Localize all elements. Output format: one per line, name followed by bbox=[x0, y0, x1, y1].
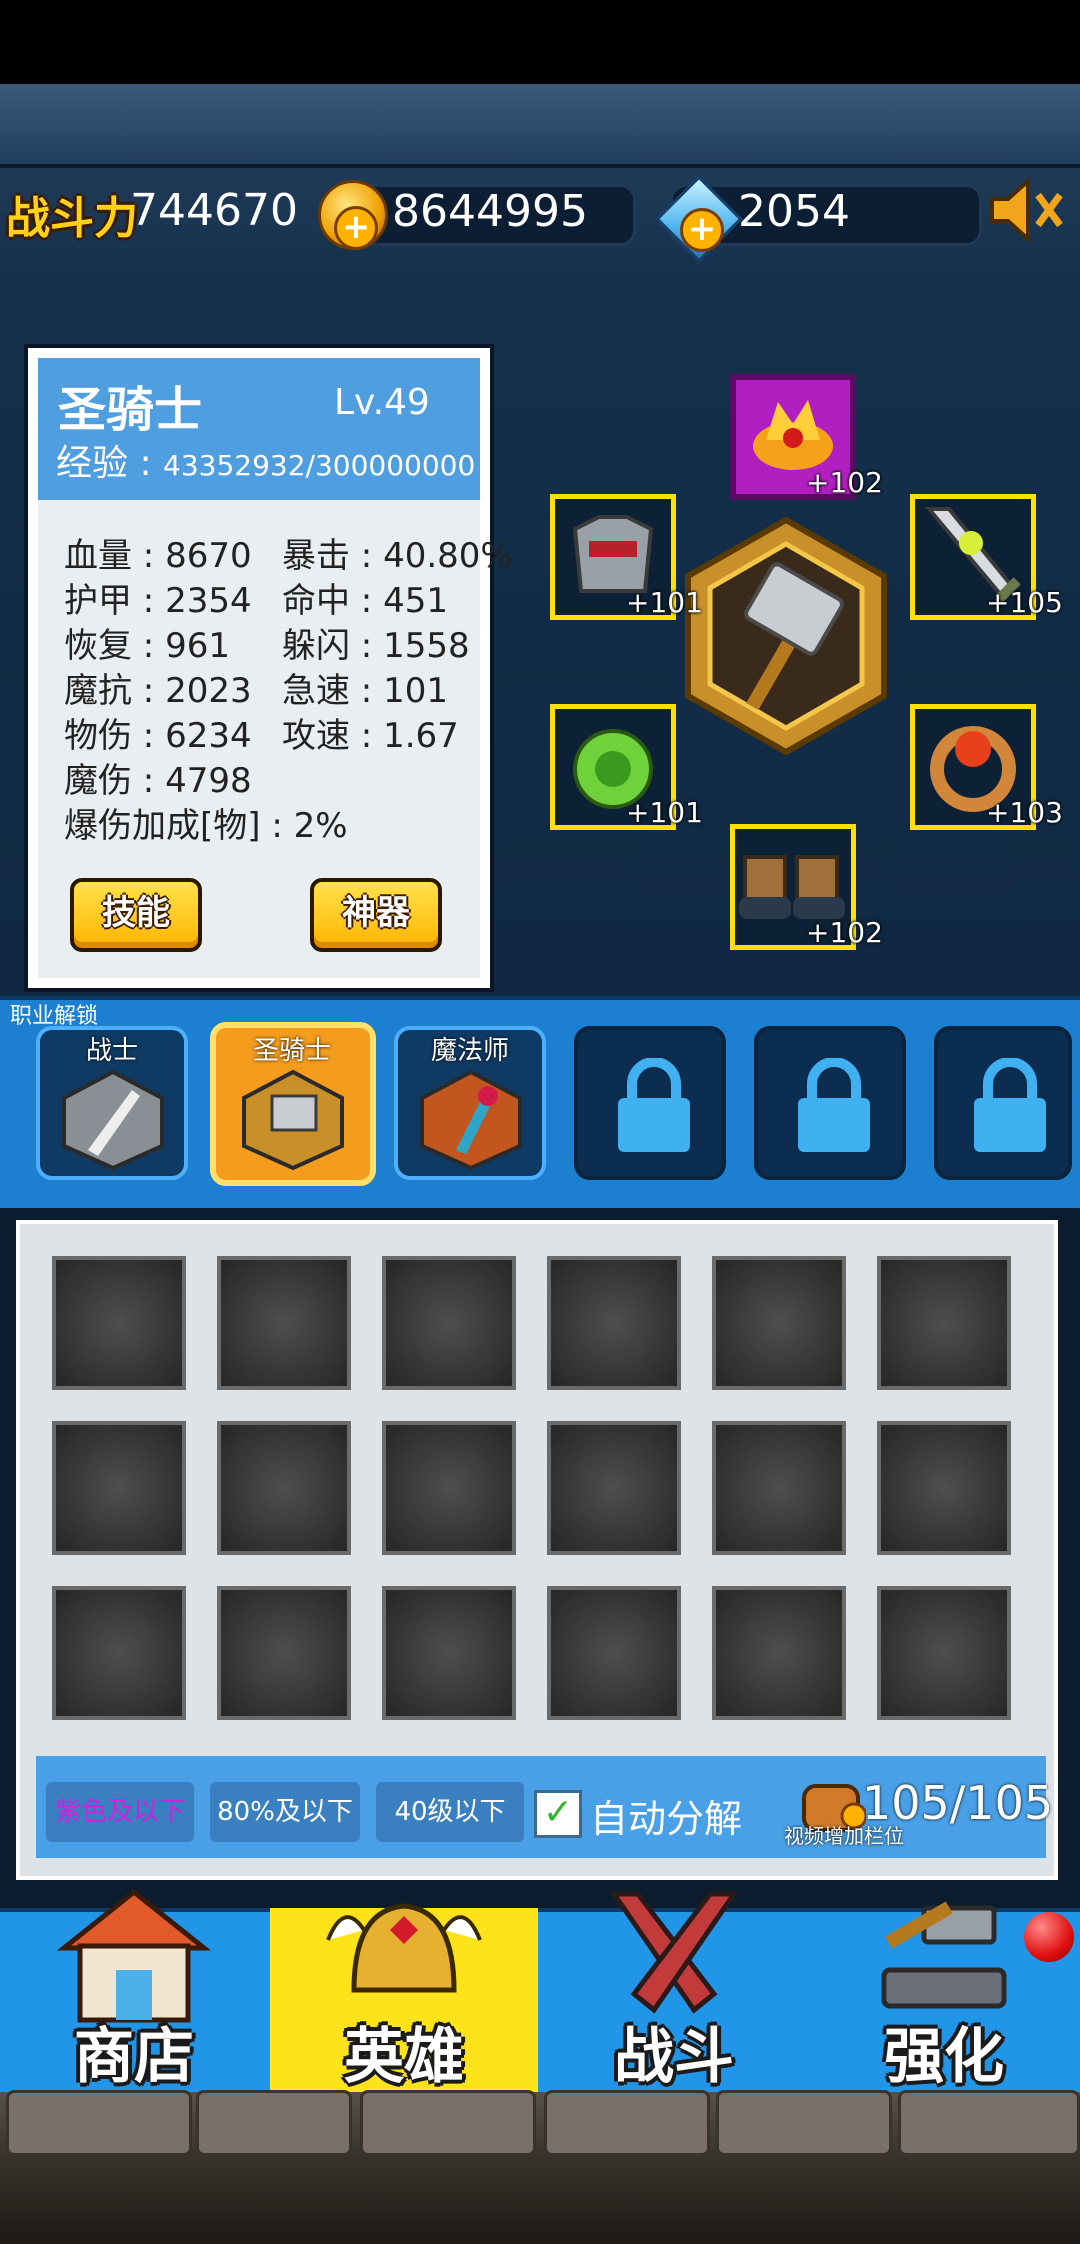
filter-percent-button[interactable]: 80%及以下 bbox=[210, 1782, 360, 1842]
anvil-hammer-icon bbox=[881, 1901, 1007, 2009]
class-card-locked-1[interactable] bbox=[574, 1026, 726, 1180]
nav-hero[interactable]: 英雄 bbox=[270, 1903, 538, 2092]
stat-magic-damage: 魔伤 : 4798 bbox=[64, 761, 252, 801]
inventory-slot[interactable] bbox=[382, 1256, 516, 1390]
diamond-add-button[interactable]: + bbox=[680, 208, 724, 252]
ground-brick bbox=[544, 2090, 710, 2156]
inventory-slot[interactable] bbox=[712, 1586, 846, 1720]
inventory-slot[interactable] bbox=[712, 1421, 846, 1555]
ground-brick bbox=[898, 2090, 1080, 2156]
inventory-slot[interactable] bbox=[547, 1586, 681, 1720]
filter-level-button[interactable]: 40级以下 bbox=[376, 1782, 524, 1842]
stat-haste: 急速 : 101 bbox=[282, 671, 448, 711]
upgrade-notification-dot bbox=[1024, 1912, 1074, 1962]
ground-brick bbox=[716, 2090, 892, 2156]
class-name-mage: 魔法师 bbox=[430, 1036, 509, 1066]
hero-exp: 经验 : 43352932/300000000 bbox=[56, 443, 476, 484]
inventory-slot[interactable] bbox=[547, 1256, 681, 1390]
inventory-slot[interactable] bbox=[52, 1421, 186, 1555]
nav-hero-label: 英雄 bbox=[344, 2022, 464, 2092]
skill-button[interactable]: 技能 bbox=[70, 878, 202, 952]
equip-level-top: +102 bbox=[806, 466, 883, 499]
equip-level-left-bottom: +101 bbox=[626, 796, 703, 829]
stat-magic-resist: 魔抗 : 2023 bbox=[64, 671, 252, 711]
inventory-slot[interactable] bbox=[382, 1421, 516, 1555]
top-ridge bbox=[0, 84, 1080, 168]
equip-level-bottom: +102 bbox=[806, 916, 883, 949]
exp-value: 43352932/300000000 bbox=[163, 449, 476, 482]
power-label: 战斗力 bbox=[6, 193, 138, 244]
inventory-slot[interactable] bbox=[217, 1586, 351, 1720]
nav-shop[interactable]: 商店 bbox=[0, 1888, 268, 2092]
filter-purple-button[interactable]: 紫色及以下 bbox=[46, 1782, 194, 1842]
inventory-slot[interactable] bbox=[877, 1586, 1011, 1720]
exp-label: 经验 bbox=[56, 443, 129, 484]
auto-decompose-label: 自动分解 bbox=[590, 1797, 743, 1841]
stat-attack-speed: 攻速 : 1.67 bbox=[282, 716, 459, 756]
video-slot-label: 视频增加栏位 bbox=[784, 1824, 904, 1848]
inventory-slot[interactable] bbox=[382, 1586, 516, 1720]
inventory-slot[interactable] bbox=[52, 1256, 186, 1390]
hero-level: Lv.49 bbox=[334, 382, 430, 423]
stat-physical-damage: 物伤 : 6234 bbox=[64, 716, 252, 756]
equip-level-right-bottom: +103 bbox=[986, 796, 1063, 829]
nav-battle-label: 战斗 bbox=[614, 2022, 734, 2092]
diamond-value: 2054 bbox=[738, 186, 850, 237]
inventory-slot[interactable] bbox=[217, 1421, 351, 1555]
nav-battle[interactable]: 战斗 bbox=[540, 1891, 808, 2092]
crossed-swords-icon bbox=[609, 1891, 739, 2014]
inventory-slot[interactable] bbox=[712, 1256, 846, 1390]
inventory-slot[interactable] bbox=[877, 1421, 1011, 1555]
nav-upgrade-label: 强化 bbox=[884, 2022, 1004, 2092]
artifact-button[interactable]: 神器 bbox=[310, 878, 442, 952]
class-name-warrior: 战士 bbox=[85, 1036, 138, 1066]
lock-icon bbox=[798, 1058, 870, 1152]
shop-icon bbox=[56, 1888, 212, 2023]
stat-crit-bonus: 爆伤加成[物] : 2% bbox=[64, 806, 348, 846]
equip-level-left-top: +101 bbox=[626, 586, 703, 619]
stat-crit: 暴击 : 40.80% bbox=[282, 536, 513, 576]
hero-name: 圣骑士 bbox=[58, 382, 203, 438]
status-bar bbox=[0, 0, 1080, 84]
mage-emblem-icon bbox=[420, 1070, 522, 1170]
stat-armor: 护甲 : 2354 bbox=[64, 581, 252, 621]
power-value: 744670 bbox=[130, 185, 298, 236]
inventory-slot[interactable] bbox=[52, 1586, 186, 1720]
gold-add-button[interactable]: + bbox=[334, 206, 378, 250]
class-card-locked-2[interactable] bbox=[754, 1026, 906, 1180]
inventory-slot[interactable] bbox=[877, 1256, 1011, 1390]
ground-brick bbox=[196, 2090, 352, 2156]
ground-brick bbox=[6, 2090, 192, 2156]
gold-value: 8644995 bbox=[392, 186, 588, 237]
paladin-emblem-icon bbox=[242, 1070, 344, 1170]
stat-hp: 血量 : 8670 bbox=[64, 536, 252, 576]
stat-hit: 命中 : 451 bbox=[282, 581, 448, 621]
warrior-emblem-icon bbox=[62, 1070, 164, 1170]
paladin-class-emblem bbox=[685, 516, 887, 756]
sound-muted-icon[interactable] bbox=[986, 175, 1066, 245]
ground-brick bbox=[360, 2090, 536, 2156]
class-name-paladin: 圣骑士 bbox=[252, 1036, 331, 1066]
lock-icon bbox=[974, 1058, 1046, 1152]
stat-regen: 恢复 : 961 bbox=[64, 626, 230, 666]
equip-level-right-top: +105 bbox=[986, 586, 1063, 619]
inventory-slot[interactable] bbox=[217, 1256, 351, 1390]
hero-info-panel: 圣骑士 Lv.49 经验 : 43352932/300000000 血量 : 8… bbox=[24, 344, 513, 992]
nav-shop-label: 商店 bbox=[74, 2022, 194, 2092]
class-card-locked-3[interactable] bbox=[934, 1026, 1072, 1180]
auto-decompose-checkbox[interactable]: ✓ bbox=[534, 1790, 582, 1838]
inventory-slot[interactable] bbox=[547, 1421, 681, 1555]
stat-dodge: 躲闪 : 1558 bbox=[282, 626, 470, 666]
lock-icon bbox=[618, 1058, 690, 1152]
